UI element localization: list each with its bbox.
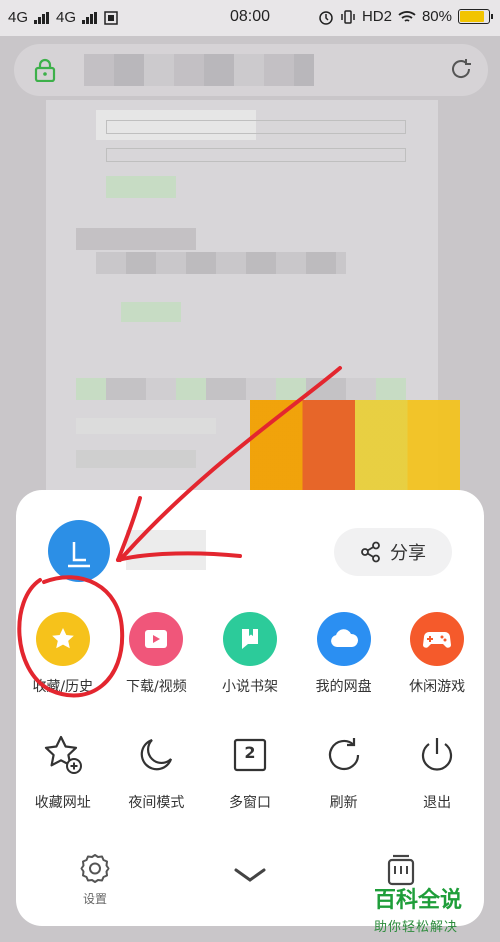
watermark-subtitle: 助你轻松解决 — [374, 920, 459, 935]
menu-item-label: 多窗口 — [228, 795, 271, 811]
refresh-icon — [317, 728, 371, 782]
browser-menu-sheet: 分享 收藏/历史 下载/视频 小说书架 我的网盘 休闲游戏 收藏网址 夜间模式 … — [16, 490, 484, 926]
tabs-icon[interactable] — [384, 852, 418, 886]
menu-item-label: 夜间模式 — [128, 795, 185, 811]
settings-label: 设置 — [82, 892, 107, 906]
battery-icon — [458, 9, 493, 24]
lock-icon — [34, 58, 56, 82]
chevron-down-icon[interactable] — [230, 860, 270, 890]
battery-percent: 80% — [421, 8, 452, 25]
play-icon — [129, 612, 184, 666]
star-add-icon — [36, 728, 90, 782]
address-bar[interactable] — [14, 44, 488, 96]
alarm-icon — [319, 10, 333, 25]
menu-item-label: 小说书架 — [221, 679, 278, 695]
menu-item-label: 收藏网址 — [34, 795, 91, 811]
wifi-icon — [398, 10, 416, 22]
username-blurred — [126, 530, 206, 570]
hd-label: HD2 — [361, 8, 392, 25]
gear-icon — [80, 854, 110, 883]
menu-item-novel-shelf[interactable]: 小说书架 — [203, 612, 297, 696]
share-button[interactable]: 分享 — [334, 528, 452, 576]
share-label: 分享 — [390, 543, 426, 564]
user-icon — [68, 542, 90, 568]
settings-button[interactable]: 设置 — [78, 852, 112, 907]
menu-item-label: 休闲游戏 — [409, 679, 466, 695]
window-count-icon: 2 — [223, 728, 277, 782]
feature-row: 收藏/历史 下载/视频 小说书架 我的网盘 休闲游戏 — [16, 612, 484, 696]
power-icon — [410, 728, 464, 782]
menu-item-favorites-history[interactable]: 收藏/历史 — [16, 612, 110, 696]
menu-item-bookmark-site[interactable]: 收藏网址 — [16, 728, 110, 812]
menu-item-multi-window[interactable]: 2 多窗口 — [203, 728, 297, 812]
menu-item-label: 退出 — [423, 795, 452, 811]
gamepad-icon — [410, 612, 465, 666]
menu-item-label: 下载/视频 — [126, 679, 187, 695]
action-row: 收藏网址 夜间模式 2 多窗口 刷新 退出 — [16, 728, 484, 812]
menu-item-casual-games[interactable]: 休闲游戏 — [390, 612, 484, 696]
menu-item-label: 刷新 — [329, 795, 358, 811]
menu-item-cloud-drive[interactable]: 我的网盘 — [297, 612, 391, 696]
cloud-icon — [316, 612, 371, 666]
book-icon — [222, 612, 277, 666]
menu-item-exit[interactable]: 退出 — [390, 728, 484, 812]
url-text-blurred — [84, 54, 314, 86]
window-count-badge: 2 — [244, 743, 256, 762]
menu-item-refresh[interactable]: 刷新 — [297, 728, 391, 812]
menu-item-night-mode[interactable]: 夜间模式 — [110, 728, 204, 812]
menu-item-label: 收藏/历史 — [32, 679, 94, 695]
star-icon — [35, 612, 90, 666]
menu-item-download-video[interactable]: 下载/视频 — [110, 612, 204, 696]
avatar[interactable] — [48, 520, 110, 582]
page-image-blurred — [250, 400, 460, 496]
moon-icon — [129, 728, 183, 782]
reload-icon[interactable] — [448, 56, 474, 82]
watermark-logo: 百科全说 助你轻松解决 — [374, 882, 496, 938]
menu-item-label: 我的网盘 — [315, 679, 372, 695]
watermark-title: 百科全说 — [374, 888, 463, 913]
vibrate-icon — [341, 9, 355, 24]
status-bar: 4G 4G 08:00 HD2 80% — [0, 0, 500, 36]
share-icon — [361, 541, 380, 563]
